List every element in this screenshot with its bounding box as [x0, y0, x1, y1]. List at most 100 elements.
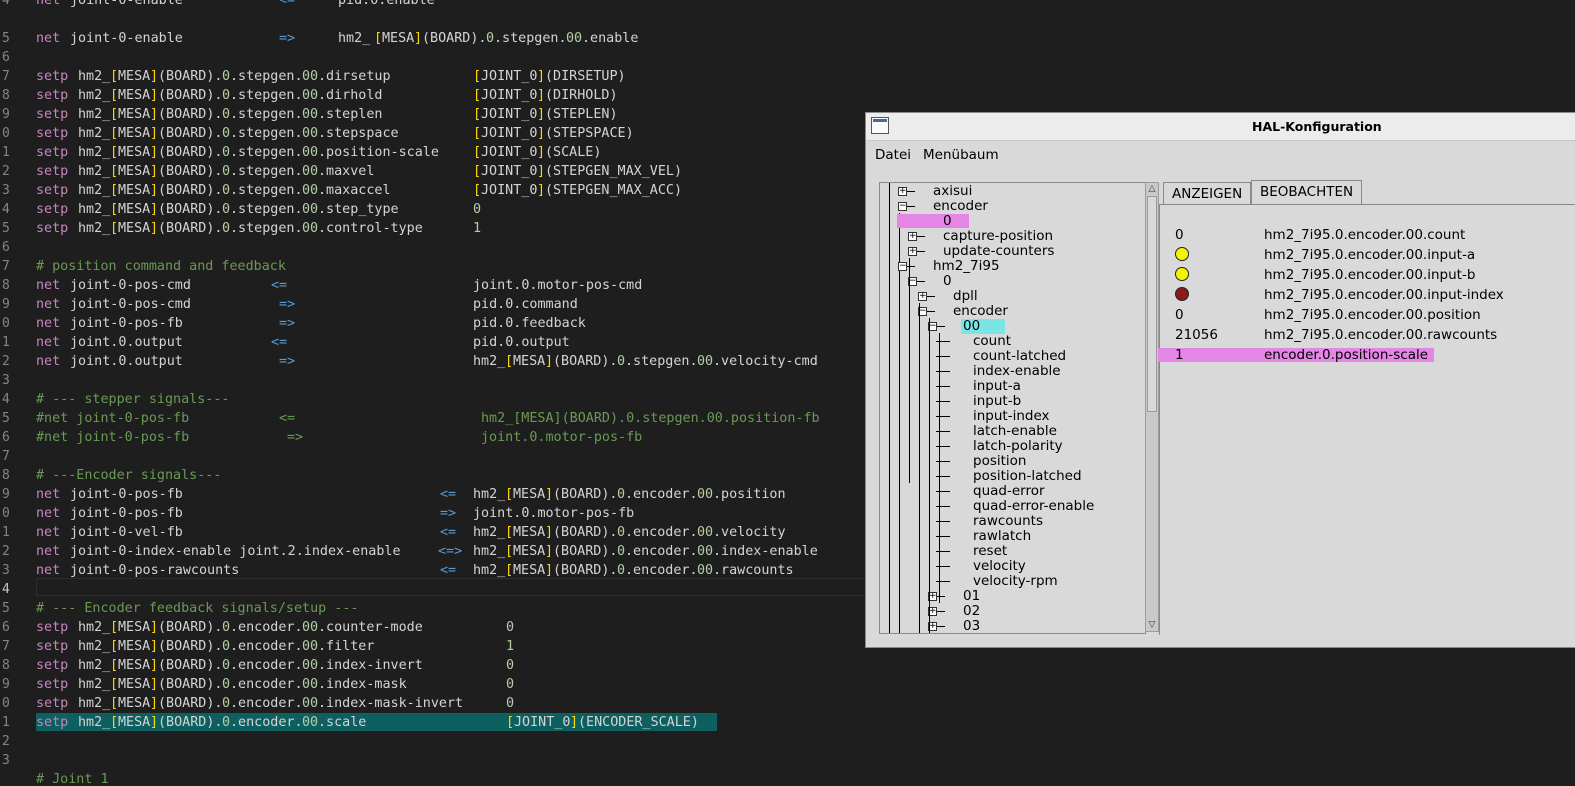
tree-node-label[interactable]: index-enable	[973, 364, 1061, 379]
tree-node-label[interactable]: velocity	[973, 559, 1026, 574]
menu-menubaum[interactable]: Menübaum	[923, 147, 999, 163]
pin-state-led-icon	[1175, 267, 1189, 281]
code-token: hm2_	[78, 221, 111, 236]
code-token: MESA	[118, 69, 151, 84]
tree-node-label[interactable]: count	[973, 334, 1011, 349]
tree-guide-line	[929, 318, 930, 633]
tree-node-label[interactable]: encoder	[953, 304, 1008, 319]
tree-node-label[interactable]: input-b	[973, 394, 1021, 409]
code-token: setp	[36, 183, 69, 198]
line-number: 1	[2, 145, 10, 160]
tree-node-label[interactable]: axisui	[933, 184, 972, 199]
code-token: joint-0-pos-fb	[70, 487, 183, 502]
tree-node-label[interactable]: rawlatch	[973, 529, 1031, 544]
code-token: .filter	[318, 639, 375, 654]
expand-icon[interactable]: +	[918, 292, 927, 301]
code-token: MESA	[118, 88, 151, 103]
tab-beobachten[interactable]: BEOBACHTEN	[1251, 180, 1363, 205]
watch-row[interactable]: hm2_7i95.0.encoder.00.input-a	[1160, 245, 1575, 264]
tree-node-label[interactable]: quad-error	[973, 484, 1045, 499]
tree-node-label[interactable]: 00	[961, 319, 1005, 334]
code-token: hm2_	[78, 107, 111, 122]
code-token: <=	[279, 0, 296, 8]
tree-node-label[interactable]: latch-enable	[973, 424, 1057, 439]
tree-guide-line	[919, 303, 920, 633]
tree-node-label[interactable]: 03	[963, 619, 980, 634]
tree-node-label[interactable]: 0	[897, 214, 969, 229]
watch-row[interactable]: 1 encoder.0.position-scale	[1158, 347, 1434, 363]
tree-node-label[interactable]: position	[973, 454, 1026, 469]
tree-node-label[interactable]: velocity-rpm	[973, 574, 1058, 589]
window-menu-icon[interactable]	[871, 117, 889, 134]
code-token: hm2_	[78, 715, 111, 730]
code-token: [	[505, 563, 514, 578]
tree-node-label[interactable]: 02	[963, 604, 980, 619]
code-token: .stepgen.	[494, 31, 567, 46]
tree-node-label[interactable]: input-index	[973, 409, 1050, 424]
code-token: 0	[222, 715, 231, 730]
code-token: [	[110, 677, 119, 692]
menu-datei[interactable]: Datei	[875, 147, 911, 163]
code-token: ]	[537, 183, 546, 198]
code-token: ]	[545, 487, 554, 502]
watch-row[interactable]: hm2_7i95.0.encoder.00.input-index	[1160, 285, 1575, 304]
code-token: 0	[222, 126, 231, 141]
pin-tree[interactable]: + axisui − encoder +0 + capture-position + updat…	[879, 182, 1146, 634]
line-number: 6	[2, 50, 10, 65]
scroll-down-arrow-icon[interactable]: ▽	[1146, 619, 1158, 631]
code-token: MESA	[118, 221, 151, 236]
tree-node-label[interactable]: count-latched	[973, 349, 1066, 364]
title-bar[interactable]: HAL-Konfiguration	[866, 113, 1575, 141]
code-token: .dirsetup	[318, 69, 391, 84]
tree-node-label[interactable]: encoder	[933, 199, 988, 214]
code-token: hm2_	[78, 69, 111, 84]
tree-node-label[interactable]: position-latched	[973, 469, 1082, 484]
tree-node-label[interactable]: input-a	[973, 379, 1021, 394]
tree-node-label[interactable]: quad-error-enable	[973, 499, 1094, 514]
collapse-icon[interactable]: −	[898, 262, 907, 271]
code-token: JOINT_0	[481, 164, 538, 179]
expand-icon[interactable]: +	[908, 247, 917, 256]
watch-row[interactable]: hm2_7i95.0.encoder.00.input-b	[1160, 265, 1575, 284]
code-token: ]	[537, 69, 546, 84]
expand-icon[interactable]: +	[898, 187, 907, 196]
code-token: hm2_	[78, 88, 111, 103]
tree-node-label[interactable]: dpll	[953, 289, 978, 304]
tree-node-label[interactable]: 0	[943, 274, 952, 289]
tree-node-label[interactable]: reset	[973, 544, 1007, 559]
tree-node-label[interactable]: 01	[963, 589, 980, 604]
scroll-thumb[interactable]	[1147, 196, 1157, 412]
code-token: #net joint-0-pos-fb	[36, 430, 190, 445]
scroll-up-arrow-icon[interactable]: △	[1146, 183, 1158, 195]
tree-node-label[interactable]: hm2_7i95	[933, 259, 1000, 274]
watch-row[interactable]: 21056 hm2_7i95.0.encoder.00.rawcounts	[1160, 325, 1575, 344]
code-token: .encoder.	[230, 620, 303, 635]
watch-row[interactable]: 0 hm2_7i95.0.encoder.00.count	[1160, 225, 1575, 244]
expand-icon[interactable]: +	[908, 232, 917, 241]
watch-value: 21056	[1175, 327, 1218, 343]
code-token: .control-type	[318, 221, 423, 236]
code-token: ]	[150, 107, 159, 122]
code-token: # ---Encoder signals---	[36, 468, 222, 483]
tree-node-label[interactable]: latch-polarity	[973, 439, 1063, 454]
hal-config-window[interactable]: HAL-Konfiguration Datei Menübaum + axisui…	[865, 112, 1575, 648]
code-token: [	[374, 31, 383, 46]
code-token: net	[36, 316, 61, 331]
tree-node-label[interactable]: update-counters	[943, 244, 1054, 259]
code-token: (BOARD).	[158, 696, 223, 711]
code-token: (BOARD).	[158, 221, 223, 236]
tree-node-label[interactable]: rawcounts	[973, 514, 1043, 529]
line-number: 1	[2, 335, 10, 350]
code-token: 0	[222, 658, 231, 673]
code-token: setp	[36, 696, 69, 711]
collapse-icon[interactable]: −	[898, 202, 907, 211]
code-token: (BOARD).	[422, 31, 487, 46]
code-token: ]	[150, 677, 159, 692]
code-token: (DIRHOLD)	[545, 88, 618, 103]
code-token: setp	[36, 221, 69, 236]
tree-node-label[interactable]: capture-position	[943, 229, 1053, 244]
tab-anzeigen[interactable]: ANZEIGEN	[1163, 182, 1252, 204]
watch-row[interactable]: 0 hm2_7i95.0.encoder.00.position	[1160, 305, 1575, 324]
tree-scrollbar[interactable]: △ ▽	[1145, 182, 1159, 632]
line-number: 4	[2, 0, 10, 8]
